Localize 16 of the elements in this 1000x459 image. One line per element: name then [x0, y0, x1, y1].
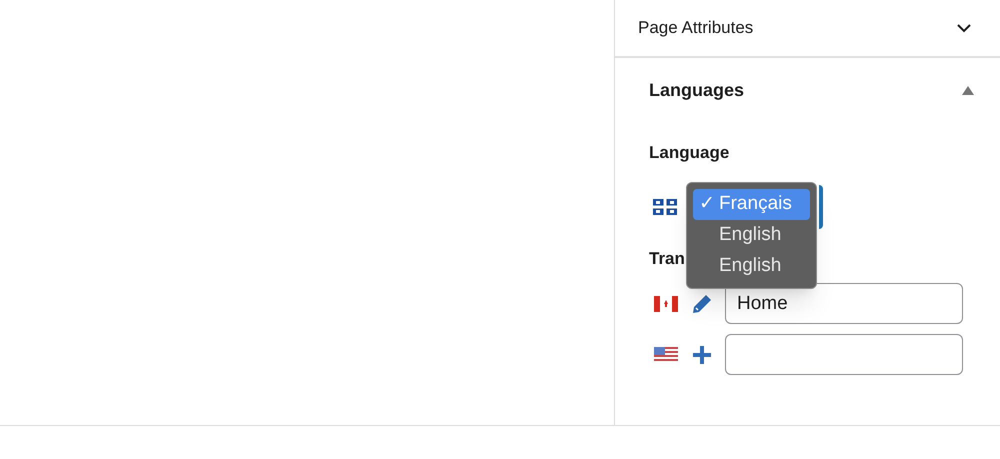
text-field[interactable]: Home — [725, 283, 963, 324]
chevron-down-icon[interactable] — [956, 23, 972, 33]
field-label: Tran — [649, 248, 685, 270]
check-icon: ✓ — [699, 190, 715, 219]
flag-icon — [654, 296, 678, 312]
plus-icon[interactable] — [692, 344, 712, 364]
menu-item[interactable]: English — [693, 220, 810, 251]
panel-title[interactable]: Languages — [649, 76, 744, 104]
text-field[interactable] — [725, 334, 963, 375]
menu-item[interactable]: English — [693, 251, 810, 282]
panel-title[interactable]: Page Attributes — [638, 15, 754, 41]
flag-icon — [653, 198, 677, 214]
field-label: Language — [649, 142, 730, 164]
triangle-up-icon[interactable] — [962, 86, 974, 94]
pencil-icon[interactable] — [692, 294, 712, 314]
flag-icon — [654, 346, 678, 362]
